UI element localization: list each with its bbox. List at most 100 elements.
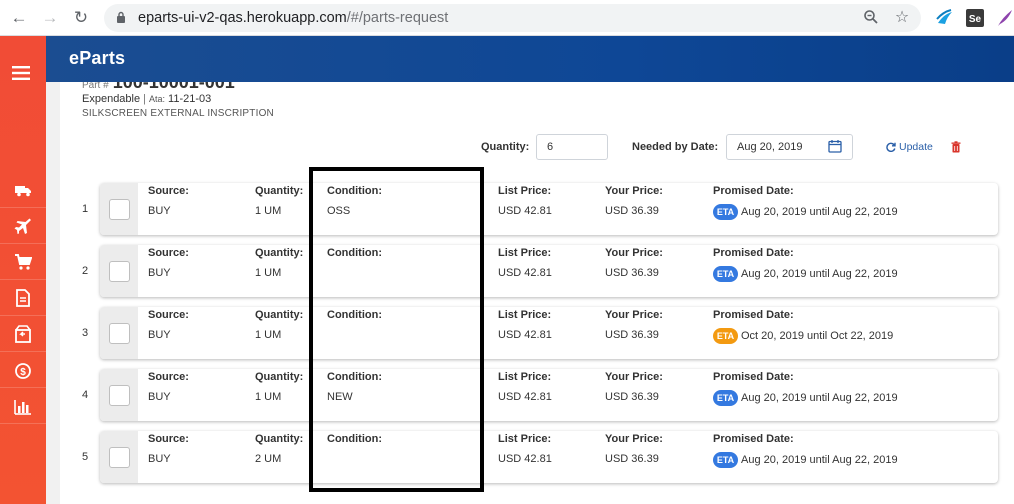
quantity-value: 2 UM [255, 453, 282, 465]
eta-badge: ETA [713, 328, 738, 344]
list-price-value: USD 42.81 [498, 267, 552, 279]
table-row: Source: BUY Quantity: 1 UM Condition: Li… [100, 245, 998, 297]
source-value: BUY [148, 267, 171, 279]
update-button[interactable]: Update [886, 141, 933, 153]
promised-date-value: ETA Aug 20, 2019 until Aug 22, 2019 [713, 452, 898, 468]
part-description: SILKSCREEN EXTERNAL INSCRIPTION [82, 108, 274, 119]
sidebar-item-finance[interactable]: $ [0, 352, 46, 388]
quantity-value: 1 UM [255, 391, 282, 403]
star-icon[interactable]: ☆ [893, 9, 911, 27]
your-price-label: Your Price: [605, 185, 663, 197]
your-price-label: Your Price: [605, 433, 663, 445]
your-price-value: USD 36.39 [605, 329, 659, 341]
source-label: Source: [148, 309, 189, 321]
feather-icon[interactable] [994, 8, 1014, 28]
row-number: 4 [82, 389, 89, 401]
quantity-value: 1 UM [255, 267, 282, 279]
row-checkbox[interactable] [109, 199, 130, 220]
sidebar-item-flights[interactable] [0, 208, 46, 244]
sidebar: $ [0, 36, 46, 504]
your-price-value: USD 36.39 [605, 205, 659, 217]
back-icon[interactable]: ← [9, 8, 29, 28]
quantity-input[interactable]: 6 [536, 134, 608, 160]
needed-by-date-label: Needed by Date: [632, 141, 719, 153]
sidebar-item-returns[interactable] [0, 316, 46, 352]
promised-date-label: Promised Date: [713, 247, 794, 259]
browser-toolbar: ← → ↻ eparts-ui-v2-qas.herokuapp.com/#/p… [0, 0, 1014, 36]
list-price-value: USD 42.81 [498, 205, 552, 217]
row-checkbox[interactable] [109, 261, 130, 282]
promised-date-value: ETA Aug 20, 2019 until Aug 22, 2019 [713, 204, 898, 220]
promised-date-label: Promised Date: [713, 185, 794, 197]
promised-date-label: Promised Date: [713, 309, 794, 321]
document-icon [16, 288, 30, 307]
list-price-label: List Price: [498, 247, 552, 259]
quantity-label: Quantity: [255, 309, 304, 321]
quantity-label: Quantity: [255, 371, 304, 383]
list-price-value: USD 42.81 [498, 453, 552, 465]
app-logo[interactable]: eParts [69, 48, 125, 69]
source-value: BUY [148, 329, 171, 341]
reload-icon[interactable]: ↻ [71, 8, 91, 28]
promised-date-label: Promised Date: [713, 371, 794, 383]
source-label: Source: [148, 185, 189, 197]
row-checkbox[interactable] [109, 323, 130, 344]
your-price-value: USD 36.39 [605, 391, 659, 403]
table-row: Source: BUY Quantity: 1 UM Condition: OS… [100, 183, 998, 235]
source-label: Source: [148, 371, 189, 383]
refresh-icon [886, 142, 896, 153]
ata-value: 11-21-03 [168, 93, 212, 105]
delete-icon[interactable] [950, 141, 962, 153]
sidebar-item-cart[interactable] [0, 244, 46, 280]
list-price-label: List Price: [498, 185, 552, 197]
quantity-label: Quantity: [255, 433, 304, 445]
calendar-icon[interactable] [828, 139, 842, 153]
row-number: 1 [82, 203, 89, 215]
eta-badge: ETA [713, 204, 738, 220]
plane-icon [14, 218, 31, 234]
extension-blue-icon[interactable] [935, 8, 955, 28]
source-label: Source: [148, 433, 189, 445]
list-price-label: List Price: [498, 371, 552, 383]
quantity-label: Quantity: [481, 141, 530, 153]
promised-date-value: ETA Aug 20, 2019 until Aug 22, 2019 [713, 266, 898, 282]
address-bar[interactable]: eparts-ui-v2-qas.herokuapp.com/#/parts-r… [104, 4, 921, 32]
your-price-value: USD 36.39 [605, 267, 659, 279]
eta-badge: ETA [713, 266, 738, 282]
row-number: 3 [82, 327, 89, 339]
zoom-icon[interactable] [862, 9, 880, 27]
list-price-value: USD 42.81 [498, 391, 552, 403]
box-return-icon [15, 324, 31, 343]
url-text: eparts-ui-v2-qas.herokuapp.com/#/parts-r… [138, 10, 449, 26]
lock-icon [117, 11, 125, 23]
menu-icon[interactable] [12, 66, 30, 80]
promised-date-value: ETA Aug 20, 2019 until Aug 22, 2019 [713, 390, 898, 406]
condition-column-highlight [309, 167, 484, 492]
quantity-label: Quantity: [255, 247, 304, 259]
forward-icon[interactable]: → [40, 8, 60, 28]
table-row: Source: BUY Quantity: 1 UM Condition: Li… [100, 307, 998, 359]
row-checkbox[interactable] [109, 385, 130, 406]
quantity-value: 1 UM [255, 205, 282, 217]
quantity-value: 1 UM [255, 329, 282, 341]
your-price-value: USD 36.39 [605, 453, 659, 465]
part-type: Expendable [82, 93, 141, 105]
svg-text:$: $ [20, 367, 26, 378]
row-number: 5 [82, 451, 89, 463]
your-price-label: Your Price: [605, 247, 663, 259]
dollar-icon: $ [15, 362, 31, 379]
promised-date-label: Promised Date: [713, 433, 794, 445]
quantity-label: Quantity: [255, 185, 304, 197]
sidebar-item-shipping[interactable] [0, 172, 46, 208]
app-header: eParts [46, 36, 1014, 82]
sidebar-item-documents[interactable] [0, 280, 46, 316]
selenium-icon[interactable]: Se [965, 8, 985, 28]
table-row: Source: BUY Quantity: 1 UM Condition: NE… [100, 369, 998, 421]
source-value: BUY [148, 453, 171, 465]
list-price-value: USD 42.81 [498, 329, 552, 341]
sidebar-item-reports[interactable] [0, 388, 46, 424]
row-checkbox[interactable] [109, 447, 130, 468]
your-price-label: Your Price: [605, 371, 663, 383]
list-price-label: List Price: [498, 433, 552, 445]
truck-icon [15, 185, 31, 196]
